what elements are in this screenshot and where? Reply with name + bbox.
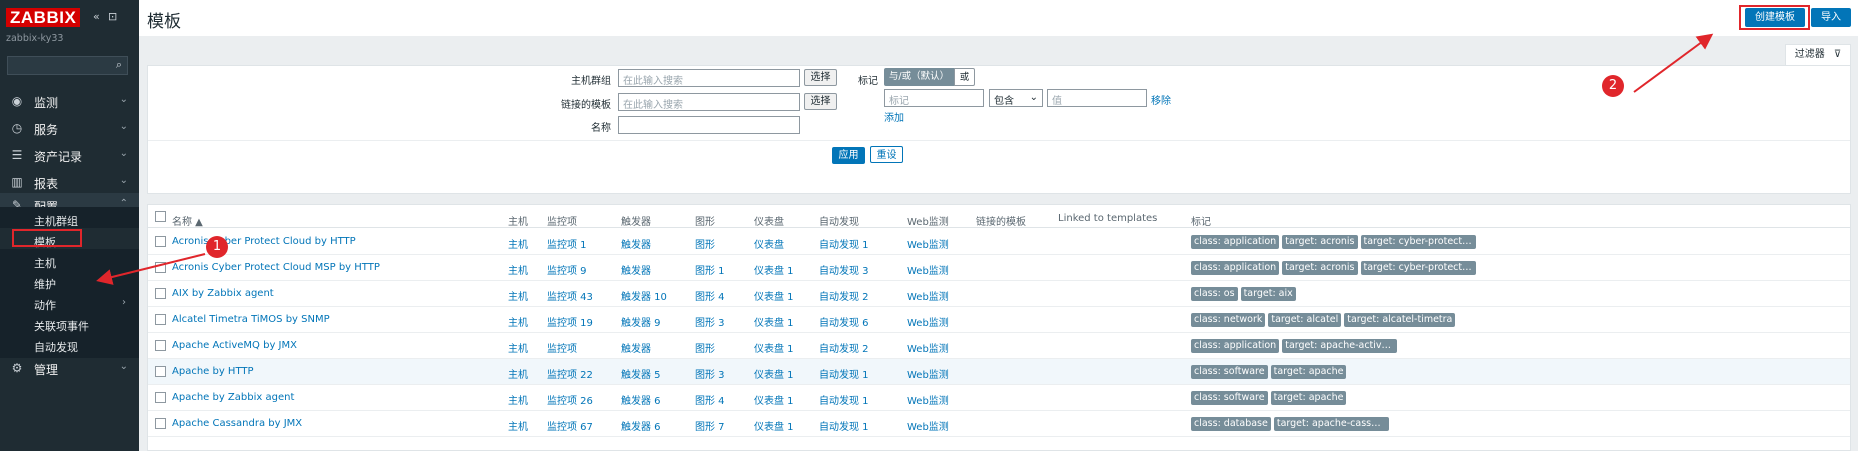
- annotation-marker-2: 2: [1602, 75, 1624, 97]
- annotation-overlay: [96, 33, 1714, 285]
- annotation-marker-1: 1: [206, 236, 228, 258]
- annotation-arrow-1: [96, 253, 206, 285]
- annotation-arrow-2: [1633, 33, 1714, 93]
